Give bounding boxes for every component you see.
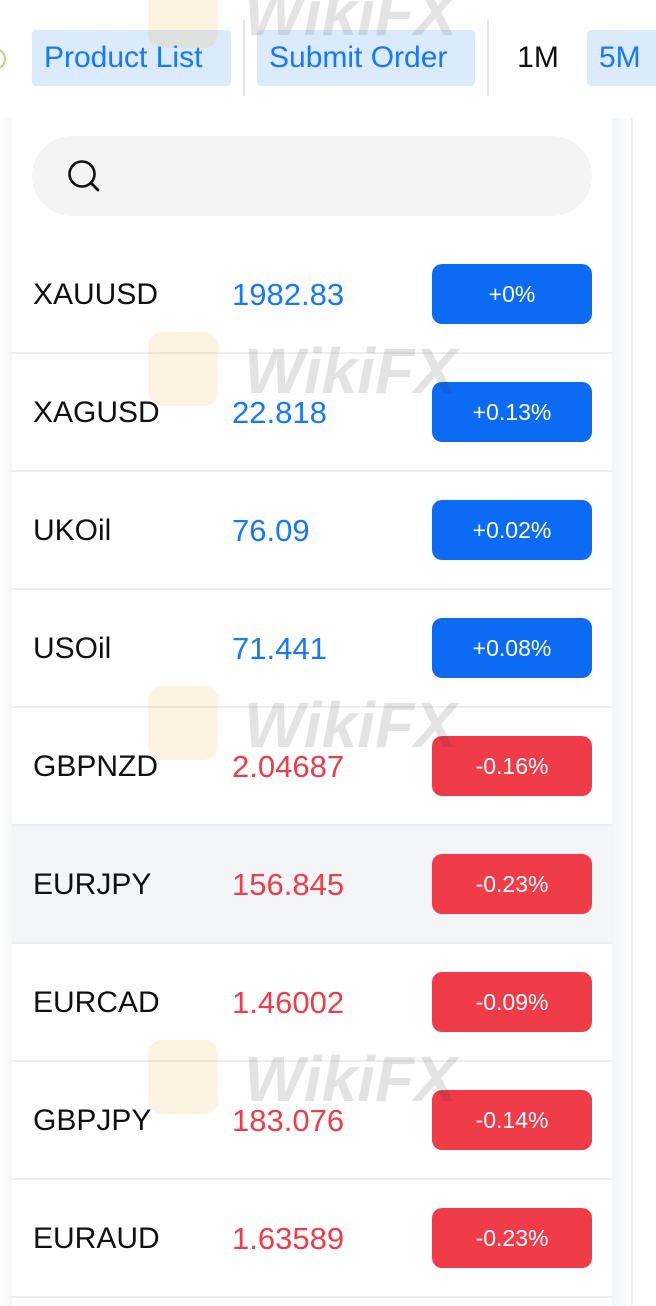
- product-price: 76.09: [232, 513, 310, 548]
- status-indicator-icon: [0, 48, 6, 70]
- product-symbol: XAGUSD: [33, 396, 160, 429]
- change-badge[interactable]: +0.02%: [432, 500, 592, 560]
- change-badge[interactable]: -0.16%: [432, 736, 592, 796]
- product-price: 2.04687: [232, 749, 345, 784]
- product-price: 1982.83: [232, 277, 345, 312]
- tab-product-list[interactable]: Product List: [32, 30, 231, 86]
- table-row[interactable]: GBPNZD 2.04687 -0.16%: [12, 708, 612, 826]
- change-badge[interactable]: -0.09%: [432, 972, 592, 1032]
- change-badge[interactable]: -0.23%: [432, 854, 592, 914]
- panel-left-edge: [0, 118, 12, 1306]
- change-badge[interactable]: -0.14%: [432, 1090, 592, 1150]
- divider: [487, 20, 489, 96]
- change-badge[interactable]: +0.13%: [432, 382, 592, 442]
- table-row[interactable]: USOil 71.441 +0.08%: [12, 590, 612, 708]
- product-price: 22.818: [232, 395, 327, 430]
- product-price: 156.845: [232, 867, 345, 902]
- table-row[interactable]: EURJPY 156.845 -0.23%: [12, 826, 612, 944]
- timeframe-5m-button[interactable]: 5M: [587, 30, 656, 86]
- change-badge[interactable]: -0.23%: [432, 1208, 592, 1268]
- table-row[interactable]: EURCAD 1.46002 -0.09%: [12, 944, 612, 1062]
- table-row[interactable]: UKOil 76.09 +0.02%: [12, 472, 612, 590]
- table-row[interactable]: XAUUSD 1982.83 +0%: [12, 236, 612, 354]
- product-price: 71.441: [232, 631, 327, 666]
- product-symbol: XAUUSD: [33, 278, 159, 311]
- table-row[interactable]: EURAUD 1.63589 -0.23%: [12, 1180, 612, 1298]
- product-symbol: EURCAD: [33, 986, 160, 1019]
- product-symbol: USOil: [33, 632, 112, 665]
- table-row[interactable]: GBPJPY 183.076 -0.14%: [12, 1062, 612, 1180]
- product-symbol: EURJPY: [33, 868, 152, 901]
- product-symbol: GBPJPY: [33, 1104, 152, 1137]
- timeframe-1m-button[interactable]: 1M: [508, 30, 568, 86]
- panel-edge: [631, 118, 633, 1306]
- change-badge[interactable]: +0%: [432, 264, 592, 324]
- panel-shadow: [612, 118, 632, 1306]
- product-price: 1.63589: [232, 1221, 345, 1256]
- product-symbol: UKOil: [33, 514, 112, 547]
- search-input[interactable]: [32, 136, 592, 216]
- search-icon: [68, 160, 100, 192]
- top-toolbar: Product List Submit Order 1M 5M: [0, 0, 656, 118]
- divider: [243, 20, 245, 96]
- change-badge[interactable]: +0.08%: [432, 618, 592, 678]
- tab-submit-order[interactable]: Submit Order: [257, 30, 475, 86]
- product-symbol: EURAUD: [33, 1222, 160, 1255]
- product-price: 183.076: [232, 1103, 345, 1138]
- product-symbol: GBPNZD: [33, 750, 159, 783]
- table-row[interactable]: XAGUSD 22.818 +0.13%: [12, 354, 612, 472]
- product-price: 1.46002: [232, 985, 345, 1020]
- product-list-panel: XAUUSD 1982.83 +0% XAGUSD 22.818 +0.13% UKOil 7…: [12, 118, 612, 1306]
